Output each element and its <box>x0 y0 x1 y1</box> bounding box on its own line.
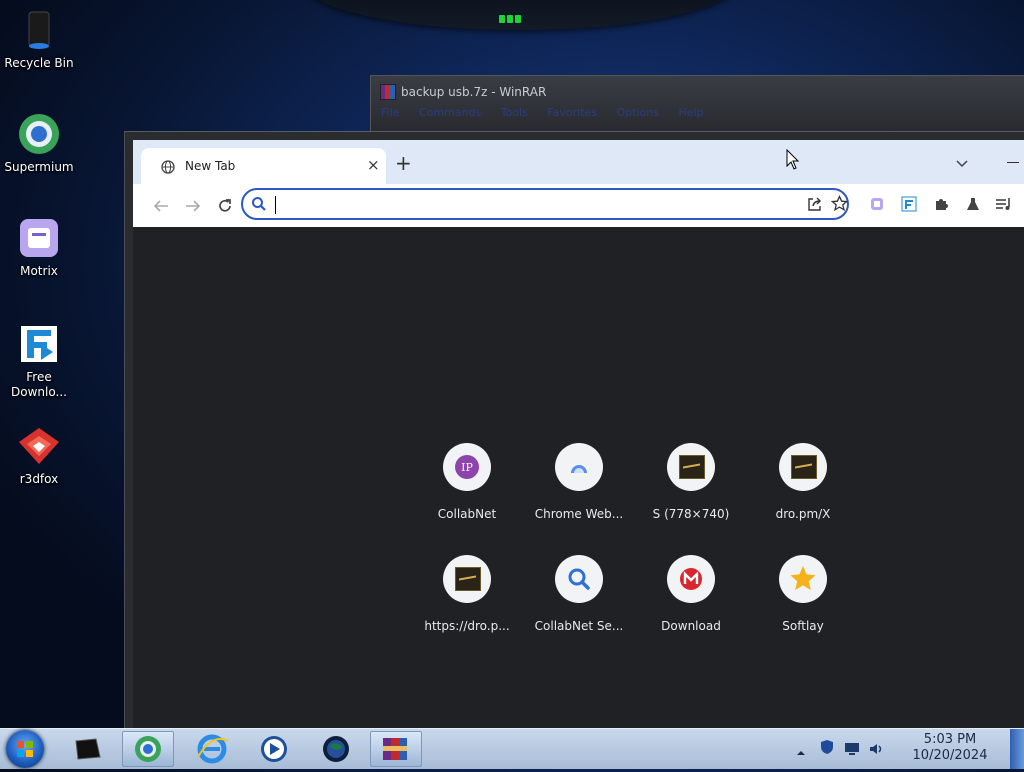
shortcut-tile[interactable]: S (778×740) <box>635 443 747 521</box>
thumbnail-icon <box>443 555 491 603</box>
extension-fdm-icon[interactable] <box>901 196 917 216</box>
desktop-icon-label: Recycle Bin <box>4 56 74 70</box>
network-icon[interactable] <box>844 741 860 760</box>
taskbar-app-1[interactable] <box>62 731 114 767</box>
shortcut-tile[interactable]: CollabNet Se... <box>523 555 635 633</box>
labs-flask-icon[interactable] <box>965 196 981 216</box>
free-download-manager-icon <box>17 322 61 366</box>
winrar-menu-tools[interactable]: Tools <box>501 106 528 119</box>
taskbar: 5:03 PM 10/20/2024 <box>0 728 1024 769</box>
shortcut-label: Softlay <box>782 619 824 633</box>
tab-strip: New Tab × + <box>133 140 1024 184</box>
supermium-icon <box>17 112 61 156</box>
new-tab-button[interactable]: + <box>395 153 412 173</box>
recycle-bin-icon <box>17 8 61 52</box>
tab-search-chevron-icon[interactable] <box>955 154 969 173</box>
minimize-button[interactable] <box>1007 162 1019 163</box>
reload-button[interactable] <box>217 198 233 218</box>
media-queue-icon[interactable] <box>995 196 1013 216</box>
shortcut-tile[interactable]: Download <box>635 555 747 633</box>
desktop-icon-motrix[interactable]: Motrix <box>2 216 76 279</box>
tab-title: New Tab <box>185 159 236 173</box>
desktop-icon-free-download-manager[interactable]: Free Downlo... <box>2 322 76 400</box>
shortcut-tile[interactable]: https://dro.p... <box>411 555 523 633</box>
search-icon <box>251 196 267 216</box>
thumbnail-icon <box>779 443 827 491</box>
shortcut-label: dro.pm/X <box>775 507 831 521</box>
desktop-icon-label: r3dfox <box>19 472 59 486</box>
winrar-menu-favorites[interactable]: Favorites <box>547 106 597 119</box>
shortcut-label: https://dro.p... <box>424 619 510 633</box>
winrar-menu-commands[interactable]: Commands <box>419 106 481 119</box>
shortcut-label: Download <box>661 619 721 633</box>
wallpaper-led-icon <box>498 8 526 23</box>
browser-frame: New Tab × + IP CollabNet Chrome Web... S… <box>133 140 1024 730</box>
share-icon[interactable] <box>807 196 823 216</box>
chrome-webstore-icon <box>555 443 603 491</box>
desktop-icon-label: Supermium <box>4 160 74 174</box>
clock-time: 5:03 PM <box>923 732 977 747</box>
clock-date: 10/20/2024 <box>912 748 988 763</box>
security-shield-icon[interactable] <box>820 739 834 759</box>
shortcut-label: Chrome Web... <box>534 507 624 521</box>
taskbar-media-player[interactable] <box>248 731 300 767</box>
r3dfox-icon <box>17 424 61 468</box>
taskbar-winrar[interactable] <box>370 731 422 767</box>
globe-icon <box>161 159 175 178</box>
winrar-title: backup usb.7z - WinRAR <box>401 85 547 99</box>
mouse-cursor-icon <box>786 148 800 175</box>
omnibox[interactable] <box>241 188 849 220</box>
new-tab-page: IP CollabNet Chrome Web... S (778×740) d… <box>133 227 1024 730</box>
svg-text:IP: IP <box>461 461 473 474</box>
taskbar-globe-app[interactable] <box>310 731 362 767</box>
search-icon <box>555 555 603 603</box>
forward-button[interactable] <box>185 198 201 217</box>
tab-close-icon[interactable]: × <box>367 156 380 174</box>
shortcut-tile[interactable]: Chrome Web... <box>523 443 635 521</box>
clock[interactable]: 5:03 PM 10/20/2024 <box>895 732 1005 764</box>
winrar-menu-help[interactable]: Help <box>678 106 703 119</box>
omnibox-input[interactable] <box>275 194 799 216</box>
browser-window: New Tab × + IP CollabNet Chrome Web... S… <box>124 131 1024 732</box>
show-desktop-button[interactable] <box>1010 729 1024 769</box>
winrar-icon <box>380 84 396 100</box>
shortcut-label: CollabNet Se... <box>534 619 624 633</box>
text-caret <box>275 196 276 214</box>
winrar-menu-file[interactable]: File <box>381 106 399 119</box>
taskbar-internet-explorer[interactable] <box>186 731 238 767</box>
desktop-icon-recycle-bin[interactable]: Recycle Bin <box>2 8 76 71</box>
extensions-puzzle-icon[interactable] <box>933 196 949 216</box>
shortcut-label: CollabNet <box>437 507 497 521</box>
start-button[interactable] <box>6 730 44 768</box>
shortcut-tile[interactable]: dro.pm/X <box>747 443 859 521</box>
extension-motrix-icon[interactable] <box>869 196 885 216</box>
back-button[interactable] <box>153 198 169 217</box>
winrar-menu-options[interactable]: Options <box>617 106 659 119</box>
winrar-menu: File Commands Tools Favorites Options He… <box>381 106 720 119</box>
shortcut-tile[interactable]: IP CollabNet <box>411 443 523 521</box>
shortcut-label: S (778×740) <box>652 507 730 521</box>
bookmark-star-icon[interactable] <box>830 194 849 216</box>
desktop-icon-r3dfox[interactable]: r3dfox <box>2 424 76 487</box>
browser-toolbar <box>133 184 1024 227</box>
mega-icon <box>667 555 715 603</box>
taskbar-supermium[interactable] <box>122 731 174 767</box>
thumbnail-icon <box>667 443 715 491</box>
desktop-icon-label: Motrix <box>20 264 58 278</box>
desktop-icon-supermium[interactable]: Supermium <box>2 112 76 175</box>
tab-new-tab[interactable]: New Tab × <box>141 148 386 184</box>
motrix-icon <box>17 216 61 260</box>
star-icon <box>779 555 827 603</box>
desktop-icon-label: Free Downlo... <box>11 370 67 399</box>
tray-expand-icon[interactable] <box>796 743 806 762</box>
shortcut-tile[interactable]: Softlay <box>747 555 859 633</box>
volume-icon[interactable] <box>868 741 884 760</box>
ip-icon: IP <box>443 443 491 491</box>
